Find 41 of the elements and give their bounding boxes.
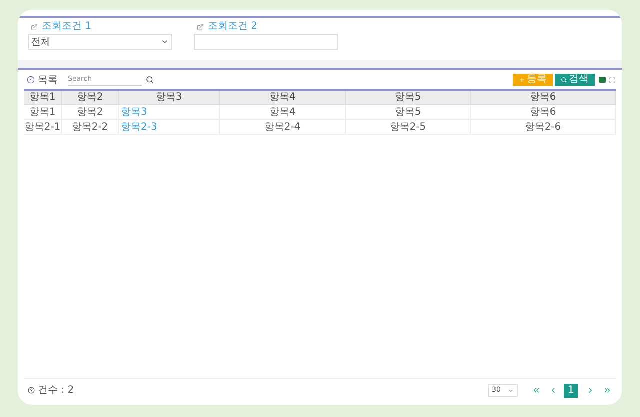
table-cell: 항목2-5 <box>346 120 471 134</box>
plus-icon <box>519 77 525 83</box>
table-cell: 항목1 <box>24 105 62 119</box>
dropdown-caret-icon <box>161 38 169 46</box>
total-count: 건수 : 2 <box>38 384 74 398</box>
search-button[interactable]: 검색 <box>555 74 595 86</box>
table-cell: 항목5 <box>346 105 471 119</box>
table-cell: 항목2 <box>62 105 119 119</box>
column-header: 항목3 <box>119 91 220 104</box>
table-cell: 항목4 <box>220 105 346 119</box>
filter-label: 조회조건 1 <box>42 21 92 33</box>
column-header: 항목1 <box>24 91 62 104</box>
next-page-icon[interactable] <box>586 386 595 395</box>
filter-input[interactable] <box>194 34 338 50</box>
link-icon <box>31 24 38 30</box>
dropdown-caret-icon <box>508 388 514 394</box>
fullscreen-icon[interactable] <box>609 76 616 84</box>
table-cell: 항목2-4 <box>220 120 346 134</box>
search-icon <box>561 77 567 83</box>
link-icon <box>197 24 204 30</box>
table-link[interactable]: 항목2-3 <box>119 120 220 134</box>
page-button[interactable]: 1 <box>564 384 578 398</box>
last-page-icon[interactable] <box>603 386 612 395</box>
previous-page-icon[interactable] <box>549 386 558 395</box>
table-cell: 항목2-2 <box>62 120 119 134</box>
table-cell: 항목6 <box>471 105 616 119</box>
search-icon[interactable] <box>146 76 154 84</box>
add-button[interactable]: 등록 <box>513 74 553 86</box>
column-header: 항목2 <box>62 91 119 104</box>
list-icon <box>27 76 35 84</box>
first-page-icon[interactable] <box>532 386 541 395</box>
list-title: 목록 <box>38 74 58 88</box>
count-icon <box>28 387 35 394</box>
table-cell: 항목2-1 <box>24 120 62 134</box>
filter-label: 조회조건 2 <box>208 21 258 33</box>
table-cell: 항목2-6 <box>471 120 616 134</box>
table-link[interactable]: 항목3 <box>119 105 220 119</box>
column-header: 항목6 <box>471 91 616 104</box>
column-header: 항목4 <box>220 91 346 104</box>
column-header: 항목5 <box>346 91 471 104</box>
filter-select[interactable]: 전체 <box>28 34 172 50</box>
